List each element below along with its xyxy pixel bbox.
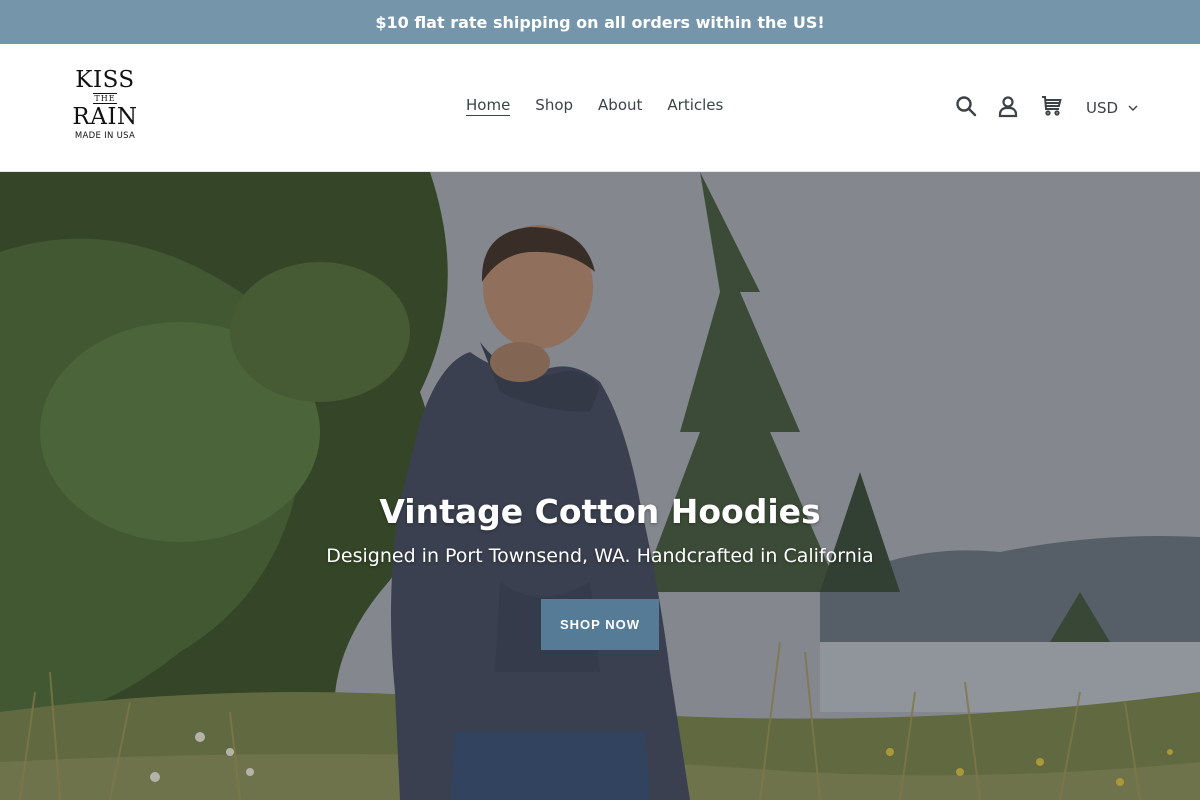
hero-banner: Vintage Cotton Hoodies Designed in Port … <box>0 172 1200 800</box>
logo-tagline: MADE IN USA <box>74 131 136 141</box>
account-icon[interactable] <box>994 92 1022 120</box>
search-icon[interactable] <box>952 92 980 120</box>
hero-subtitle: Designed in Port Townsend, WA. Handcraft… <box>326 545 874 567</box>
hero-title: Vintage Cotton Hoodies <box>379 492 821 531</box>
main-nav: Home Shop About Articles <box>466 96 723 116</box>
cart-icon[interactable] <box>1038 92 1066 120</box>
nav-item-shop[interactable]: Shop <box>535 96 573 116</box>
nav-item-about[interactable]: About <box>598 96 642 116</box>
nav-item-home[interactable]: Home <box>466 96 511 116</box>
site-header: KISS THE RAIN MADE IN USA Home Shop Abou… <box>0 44 1200 172</box>
logo-word-top: KISS <box>75 67 135 93</box>
logo-word-middle: THE <box>93 93 117 104</box>
currency-selector[interactable]: USD <box>1086 99 1138 117</box>
hero-content: Vintage Cotton Hoodies Designed in Port … <box>0 492 1200 650</box>
brand-logo[interactable]: KISS THE RAIN MADE IN USA <box>64 68 146 148</box>
announcement-text: $10 flat rate shipping on all orders wit… <box>375 12 825 32</box>
announcement-bar: $10 flat rate shipping on all orders wit… <box>0 0 1200 44</box>
chevron-down-icon <box>1128 105 1138 111</box>
shop-now-button[interactable]: SHOP NOW <box>541 599 659 650</box>
hero-overlay <box>0 172 1200 800</box>
currency-value: USD <box>1086 99 1119 117</box>
nav-item-articles[interactable]: Articles <box>667 96 723 116</box>
logo-word-bottom: RAIN <box>72 104 138 130</box>
header-actions: USD <box>952 92 1138 120</box>
